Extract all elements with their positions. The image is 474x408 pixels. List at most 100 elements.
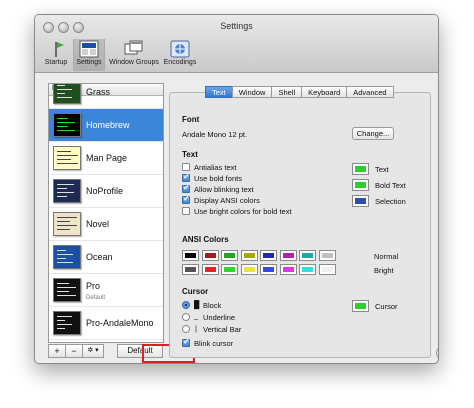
ansi-normal-swatch[interactable] xyxy=(182,250,199,261)
ansi-bright-swatch[interactable] xyxy=(182,264,199,275)
ansi-section-title: ANSI Colors xyxy=(182,235,229,244)
titlebar: Settings Startup Settings Window Groups … xyxy=(35,15,438,73)
text-pane: Font Andale Mono 12 pt. Change... Text A… xyxy=(169,92,438,360)
tab-keyboard[interactable]: Keyboard xyxy=(301,86,348,98)
block-cursor-glyph: █ xyxy=(194,300,200,309)
ansi-bright-swatch-fill xyxy=(282,267,294,272)
ansi-bright-swatch[interactable] xyxy=(279,264,297,275)
tab-shell[interactable]: Shell xyxy=(271,86,303,98)
ansi-normal-swatch-fill xyxy=(204,253,216,258)
cursor-underline-radio[interactable] xyxy=(182,313,190,321)
ansi-bright-swatch-fill xyxy=(204,267,216,272)
ansi-bright-swatch[interactable] xyxy=(260,264,277,275)
profile-thumbnail xyxy=(53,179,81,203)
profile-item[interactable]: Pro-AndaleMono xyxy=(49,307,163,340)
ansi-bright-swatch-fill xyxy=(263,267,274,272)
profile-name: Ocean xyxy=(86,252,113,262)
blink-cursor-checkbox[interactable] xyxy=(182,337,190,347)
remove-profile-button[interactable]: − xyxy=(65,344,83,358)
ansi-normal-swatch-fill xyxy=(185,253,196,258)
profile-name: Novel xyxy=(86,219,110,229)
blink-cursor-label: Blink cursor xyxy=(194,339,234,348)
cursor-vertical-bar-radio[interactable] xyxy=(182,325,190,333)
add-profile-button[interactable]: + xyxy=(48,344,66,358)
text-color-well[interactable] xyxy=(352,163,369,175)
blinking-text-checkbox[interactable] xyxy=(182,183,190,193)
profile-rows: Grass Homebrew Man Page NoProfile Novel Ocean… xyxy=(49,84,163,342)
window-groups-icon xyxy=(124,40,144,58)
toolbar-startup[interactable]: Startup xyxy=(41,39,71,71)
ansi-normal-swatch-fill xyxy=(321,253,333,258)
ansi-bright-swatch-fill xyxy=(321,267,333,272)
toolbar-settings[interactable]: Settings xyxy=(73,39,105,71)
ansi-bright-swatch[interactable] xyxy=(318,264,336,275)
ansi-normal-swatch[interactable] xyxy=(318,250,336,261)
ansi-normal-swatch-fill xyxy=(263,253,274,258)
text-color-label: Text xyxy=(375,165,389,174)
profile-thumbnail xyxy=(53,245,81,269)
ansi-bright-swatch-fill xyxy=(302,267,313,272)
ansi-bright-swatch-fill xyxy=(224,267,235,272)
ansi-normal-swatch[interactable] xyxy=(201,250,219,261)
ansi-normal-swatch[interactable] xyxy=(221,250,238,261)
vertical-bar-cursor-glyph: | xyxy=(195,324,197,333)
profile-name: Pro-AndaleMono xyxy=(86,318,154,328)
toolbar-encodings[interactable]: Encodings xyxy=(162,39,198,71)
ansi-bright-swatch-fill xyxy=(243,267,255,272)
bold-text-color-label: Bold Text xyxy=(375,181,406,190)
font-section-title: Font xyxy=(182,115,200,124)
bold-fonts-checkbox[interactable] xyxy=(182,172,190,182)
ansi-colors-label: Display ANSI colors xyxy=(194,196,260,205)
help-button[interactable]: ? xyxy=(436,346,438,360)
bright-bold-label: Use bright colors for bold text xyxy=(194,207,292,216)
ansi-normal-swatch-fill xyxy=(282,253,294,258)
cursor-block-radio[interactable] xyxy=(182,301,190,309)
ansi-bright-swatch[interactable] xyxy=(201,264,219,275)
profile-item[interactable]: Homebrew xyxy=(49,109,163,142)
profile-item[interactable]: Ocean xyxy=(49,241,163,274)
tab-advanced[interactable]: Advanced xyxy=(346,86,394,98)
profile-thumbnail xyxy=(53,113,81,137)
ansi-normal-swatch-fill xyxy=(302,253,313,258)
ansi-bright-swatch[interactable] xyxy=(221,264,238,275)
window-title: Settings xyxy=(220,21,253,31)
profile-name: NoProfile xyxy=(86,186,124,196)
toolbar-window-groups-label: Window Groups xyxy=(109,59,159,66)
toolbar-window-groups[interactable]: Window Groups xyxy=(108,39,160,71)
ansi-normal-swatch[interactable] xyxy=(299,250,316,261)
ansi-normal-swatch[interactable] xyxy=(260,250,277,261)
gear-menu-button[interactable]: ✲ ▾ xyxy=(82,344,104,358)
ansi-colors-checkbox[interactable] xyxy=(182,194,190,204)
profile-item[interactable]: NoProfile xyxy=(49,175,163,208)
ansi-normal-swatch[interactable] xyxy=(279,250,297,261)
ansi-bright-swatch-fill xyxy=(185,267,196,272)
change-font-button[interactable]: Change... xyxy=(352,127,394,140)
ansi-bright-swatch[interactable] xyxy=(299,264,316,275)
ansi-normal-swatch[interactable] xyxy=(240,250,258,261)
selection-color-well[interactable] xyxy=(352,195,369,207)
profile-item[interactable]: Pro Default xyxy=(49,274,163,307)
cursor-color-label: Cursor xyxy=(375,302,398,311)
antialias-checkbox[interactable] xyxy=(182,163,190,171)
profile-item[interactable]: Novel xyxy=(49,208,163,241)
selection-color-label: Selection xyxy=(375,197,406,206)
tab-text[interactable]: Text xyxy=(205,86,233,98)
bold-fonts-label: Use bold fonts xyxy=(194,174,242,183)
settings-tabs: Text Window Shell Keyboard Advanced xyxy=(205,86,394,98)
selection-color-fill xyxy=(355,198,366,204)
ansi-bright-swatch[interactable] xyxy=(240,264,258,275)
antialias-label: Antialias text xyxy=(194,163,237,172)
cursor-color-well[interactable] xyxy=(352,300,369,312)
profile-name: Homebrew xyxy=(86,120,130,130)
text-section-title: Text xyxy=(182,150,198,159)
profile-item[interactable]: Man Page xyxy=(49,142,163,175)
bold-text-color-well[interactable] xyxy=(352,179,369,191)
underline-cursor-glyph: _ xyxy=(194,311,199,320)
profile-item[interactable]: Pro-DontExit xyxy=(49,340,163,342)
profile-thumbnail xyxy=(53,212,81,236)
tab-window[interactable]: Window xyxy=(231,86,273,98)
bright-bold-checkbox[interactable] xyxy=(182,207,190,215)
profile-item[interactable]: Grass xyxy=(49,84,163,109)
ansi-normal-swatch-fill xyxy=(243,253,255,258)
profile-subtitle: Default xyxy=(86,295,106,301)
